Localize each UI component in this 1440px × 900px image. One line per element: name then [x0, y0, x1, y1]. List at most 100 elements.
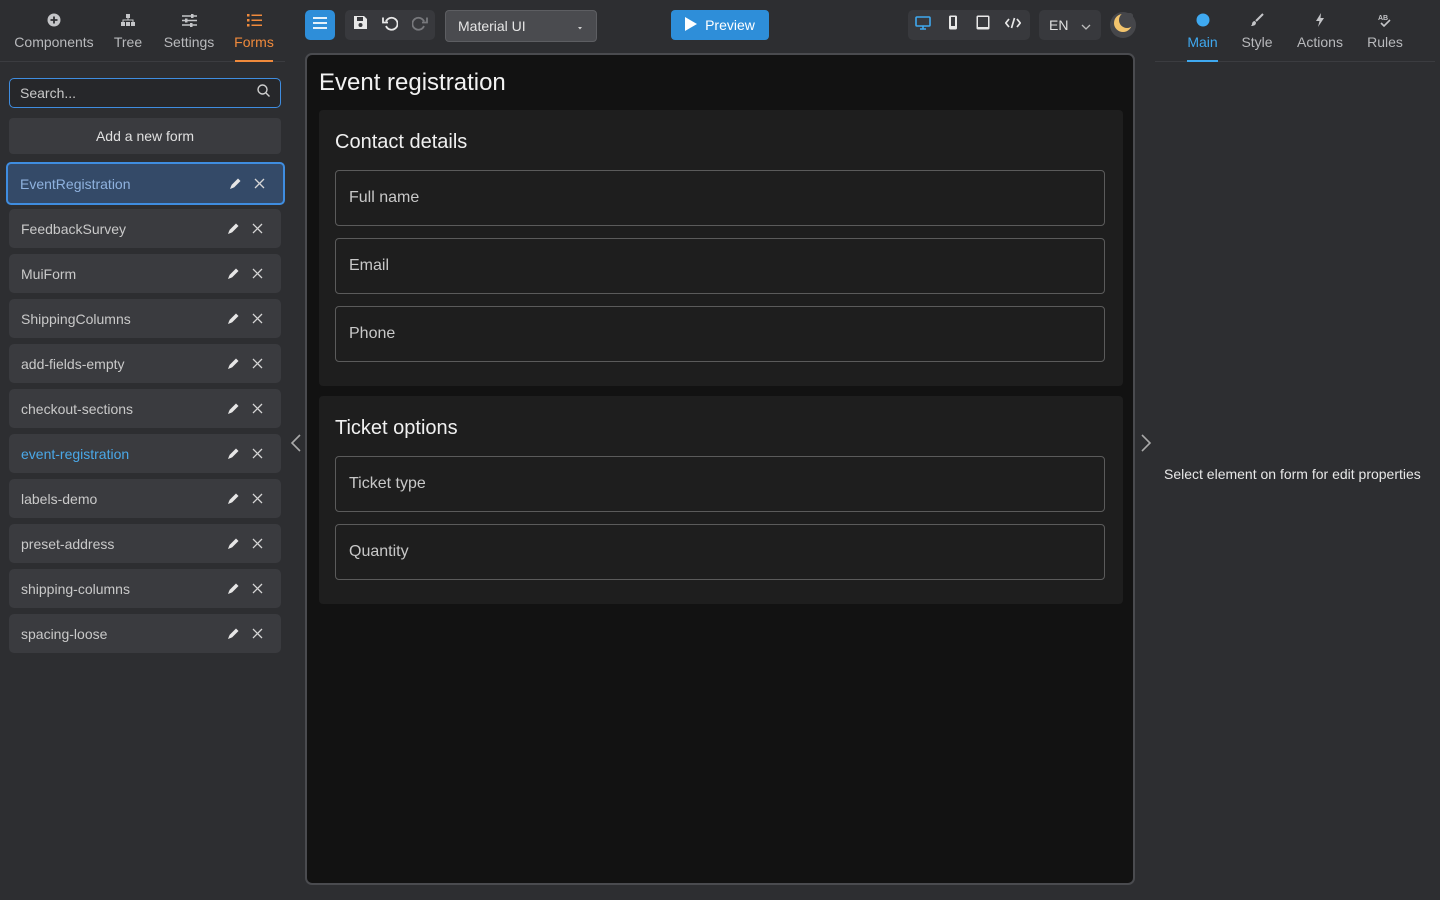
language-select-value: EN	[1049, 17, 1069, 33]
form-list-item[interactable]: EventRegistration	[6, 162, 285, 205]
form-name: MuiForm	[21, 265, 77, 282]
edit-form-icon[interactable]	[221, 532, 245, 556]
tablet-view-button[interactable]	[968, 10, 998, 40]
edit-form-icon[interactable]	[221, 577, 245, 601]
delete-form-icon[interactable]	[245, 307, 269, 331]
code-view-button[interactable]	[998, 10, 1028, 40]
play-icon	[685, 16, 698, 34]
form-list-item[interactable]: event-registration	[9, 434, 281, 473]
edit-form-icon[interactable]	[221, 442, 245, 466]
edit-form-icon[interactable]	[221, 397, 245, 421]
right-tabs: Main Style Actions AB Rules	[1155, 0, 1435, 62]
device-switcher	[908, 10, 1030, 40]
svg-text:AB: AB	[1378, 15, 1388, 22]
undo-button[interactable]	[375, 10, 405, 40]
left-tabs: Components Tree Settings Forms	[0, 0, 285, 62]
tab-actions-label: Actions	[1297, 34, 1343, 50]
form-name: ShippingColumns	[21, 310, 131, 327]
framework-select[interactable]: Material UI	[445, 10, 597, 42]
tab-main-label: Main	[1187, 34, 1218, 50]
tab-main[interactable]: Main	[1187, 10, 1218, 62]
form-list-item[interactable]: FeedbackSurvey	[9, 209, 281, 248]
delete-form-icon[interactable]	[245, 397, 269, 421]
brush-icon	[1250, 10, 1264, 30]
tab-settings[interactable]: Settings	[163, 10, 215, 62]
caret-down-icon	[576, 18, 584, 34]
form-list-item[interactable]: preset-address	[9, 524, 281, 563]
email-field[interactable]: Email	[335, 238, 1105, 294]
section-ticket-options[interactable]: Ticket options Ticket type Quantity	[319, 396, 1123, 604]
form-name: shipping-columns	[21, 580, 130, 597]
add-new-form-button[interactable]: Add a new form	[9, 118, 281, 154]
rules-icon: AB	[1377, 10, 1393, 30]
tablet-icon	[976, 15, 990, 35]
edit-form-icon[interactable]	[223, 172, 247, 196]
framework-select-value: Material UI	[458, 18, 526, 34]
delete-form-icon[interactable]	[245, 487, 269, 511]
form-list-item[interactable]: labels-demo	[9, 479, 281, 518]
language-select[interactable]: EN	[1039, 10, 1101, 40]
collapse-left-panel-button[interactable]	[289, 433, 303, 453]
full-name-field[interactable]: Full name	[335, 170, 1105, 226]
tree-icon	[121, 10, 135, 30]
form-list-item[interactable]: MuiForm	[9, 254, 281, 293]
section-contact-details[interactable]: Contact details Full name Email Phone	[319, 110, 1123, 386]
preview-button-label: Preview	[705, 17, 755, 33]
form-title: Event registration	[319, 69, 506, 96]
phone-field[interactable]: Phone	[335, 306, 1105, 362]
tab-tree[interactable]: Tree	[113, 10, 143, 62]
edit-form-icon[interactable]	[221, 622, 245, 646]
bolt-icon	[1315, 10, 1325, 30]
edit-form-icon[interactable]	[221, 352, 245, 376]
tab-actions[interactable]: Actions	[1296, 10, 1344, 62]
redo-button[interactable]	[405, 10, 435, 40]
tab-style-label: Style	[1241, 34, 1273, 50]
redo-icon	[411, 15, 428, 36]
ticket-type-field[interactable]: Ticket type	[335, 456, 1105, 512]
collapse-right-panel-button[interactable]	[1139, 433, 1153, 453]
delete-form-icon[interactable]	[247, 172, 271, 196]
tab-forms-label: Forms	[234, 34, 274, 50]
delete-form-icon[interactable]	[245, 532, 269, 556]
delete-form-icon[interactable]	[245, 352, 269, 376]
delete-form-icon[interactable]	[245, 262, 269, 286]
tab-forms[interactable]: Forms	[234, 10, 274, 62]
form-name: add-fields-empty	[21, 355, 125, 372]
form-name: event-registration	[21, 445, 130, 462]
delete-form-icon[interactable]	[245, 217, 269, 241]
desktop-view-button[interactable]	[908, 10, 938, 40]
search-input[interactable]	[20, 85, 257, 101]
theme-toggle[interactable]	[1110, 11, 1136, 38]
preview-button[interactable]: Preview	[671, 10, 769, 40]
form-name: labels-demo	[21, 490, 98, 507]
edit-form-icon[interactable]	[221, 487, 245, 511]
section-title: Contact details	[335, 131, 468, 153]
left-panel: Components Tree Settings Forms Add a new…	[0, 0, 301, 900]
edit-form-icon[interactable]	[221, 262, 245, 286]
form-name: spacing-loose	[21, 625, 108, 642]
form-list-item[interactable]: spacing-loose	[9, 614, 281, 653]
form-list-item[interactable]: ShippingColumns	[9, 299, 281, 338]
edit-form-icon[interactable]	[221, 307, 245, 331]
tab-style[interactable]: Style	[1241, 10, 1273, 62]
save-button[interactable]	[345, 10, 375, 40]
menu-button[interactable]	[305, 10, 335, 40]
tab-components-label: Components	[14, 34, 94, 50]
delete-form-icon[interactable]	[245, 442, 269, 466]
history-toolbar	[345, 10, 435, 40]
delete-form-icon[interactable]	[245, 622, 269, 646]
tab-rules[interactable]: AB Rules	[1366, 10, 1404, 62]
search-icon[interactable]	[257, 84, 270, 102]
save-icon	[353, 15, 368, 35]
form-canvas: Event registration Contact details Full …	[305, 53, 1135, 885]
code-icon	[1004, 16, 1022, 34]
form-list-item[interactable]: add-fields-empty	[9, 344, 281, 383]
edit-form-icon[interactable]	[221, 217, 245, 241]
form-list-item[interactable]: shipping-columns	[9, 569, 281, 608]
quantity-field[interactable]: Quantity	[335, 524, 1105, 580]
delete-form-icon[interactable]	[245, 577, 269, 601]
mobile-view-button[interactable]	[938, 10, 968, 40]
sliders-icon	[181, 10, 197, 30]
tab-components[interactable]: Components	[14, 10, 94, 62]
form-list-item[interactable]: checkout-sections	[9, 389, 281, 428]
